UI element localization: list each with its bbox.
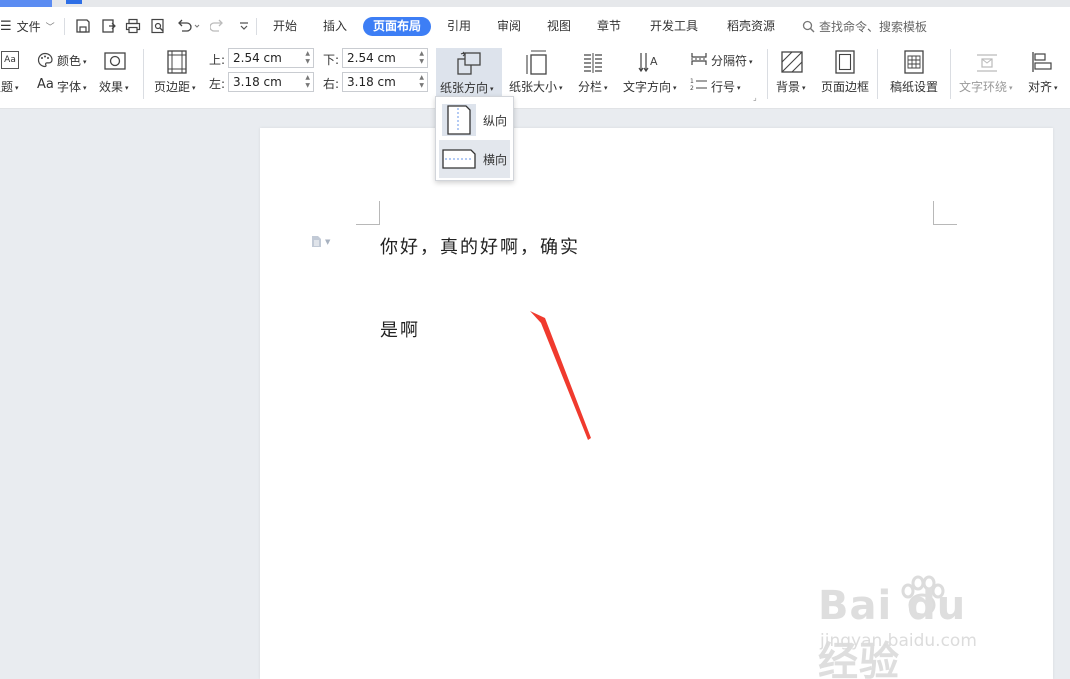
portrait-page-icon xyxy=(442,104,476,136)
orientation-option-portrait[interactable]: 纵向 xyxy=(439,101,510,139)
orientation-option-landscape[interactable]: 横向 xyxy=(439,140,510,178)
baidu-jingyan-watermark: Bai du 经验 jingyan.baidu.com xyxy=(818,575,1018,679)
landscape-page-icon xyxy=(442,149,476,169)
orientation-dropdown: 纵向 横向 xyxy=(435,96,514,181)
watermark-url: jingyan.baidu.com xyxy=(820,631,977,651)
